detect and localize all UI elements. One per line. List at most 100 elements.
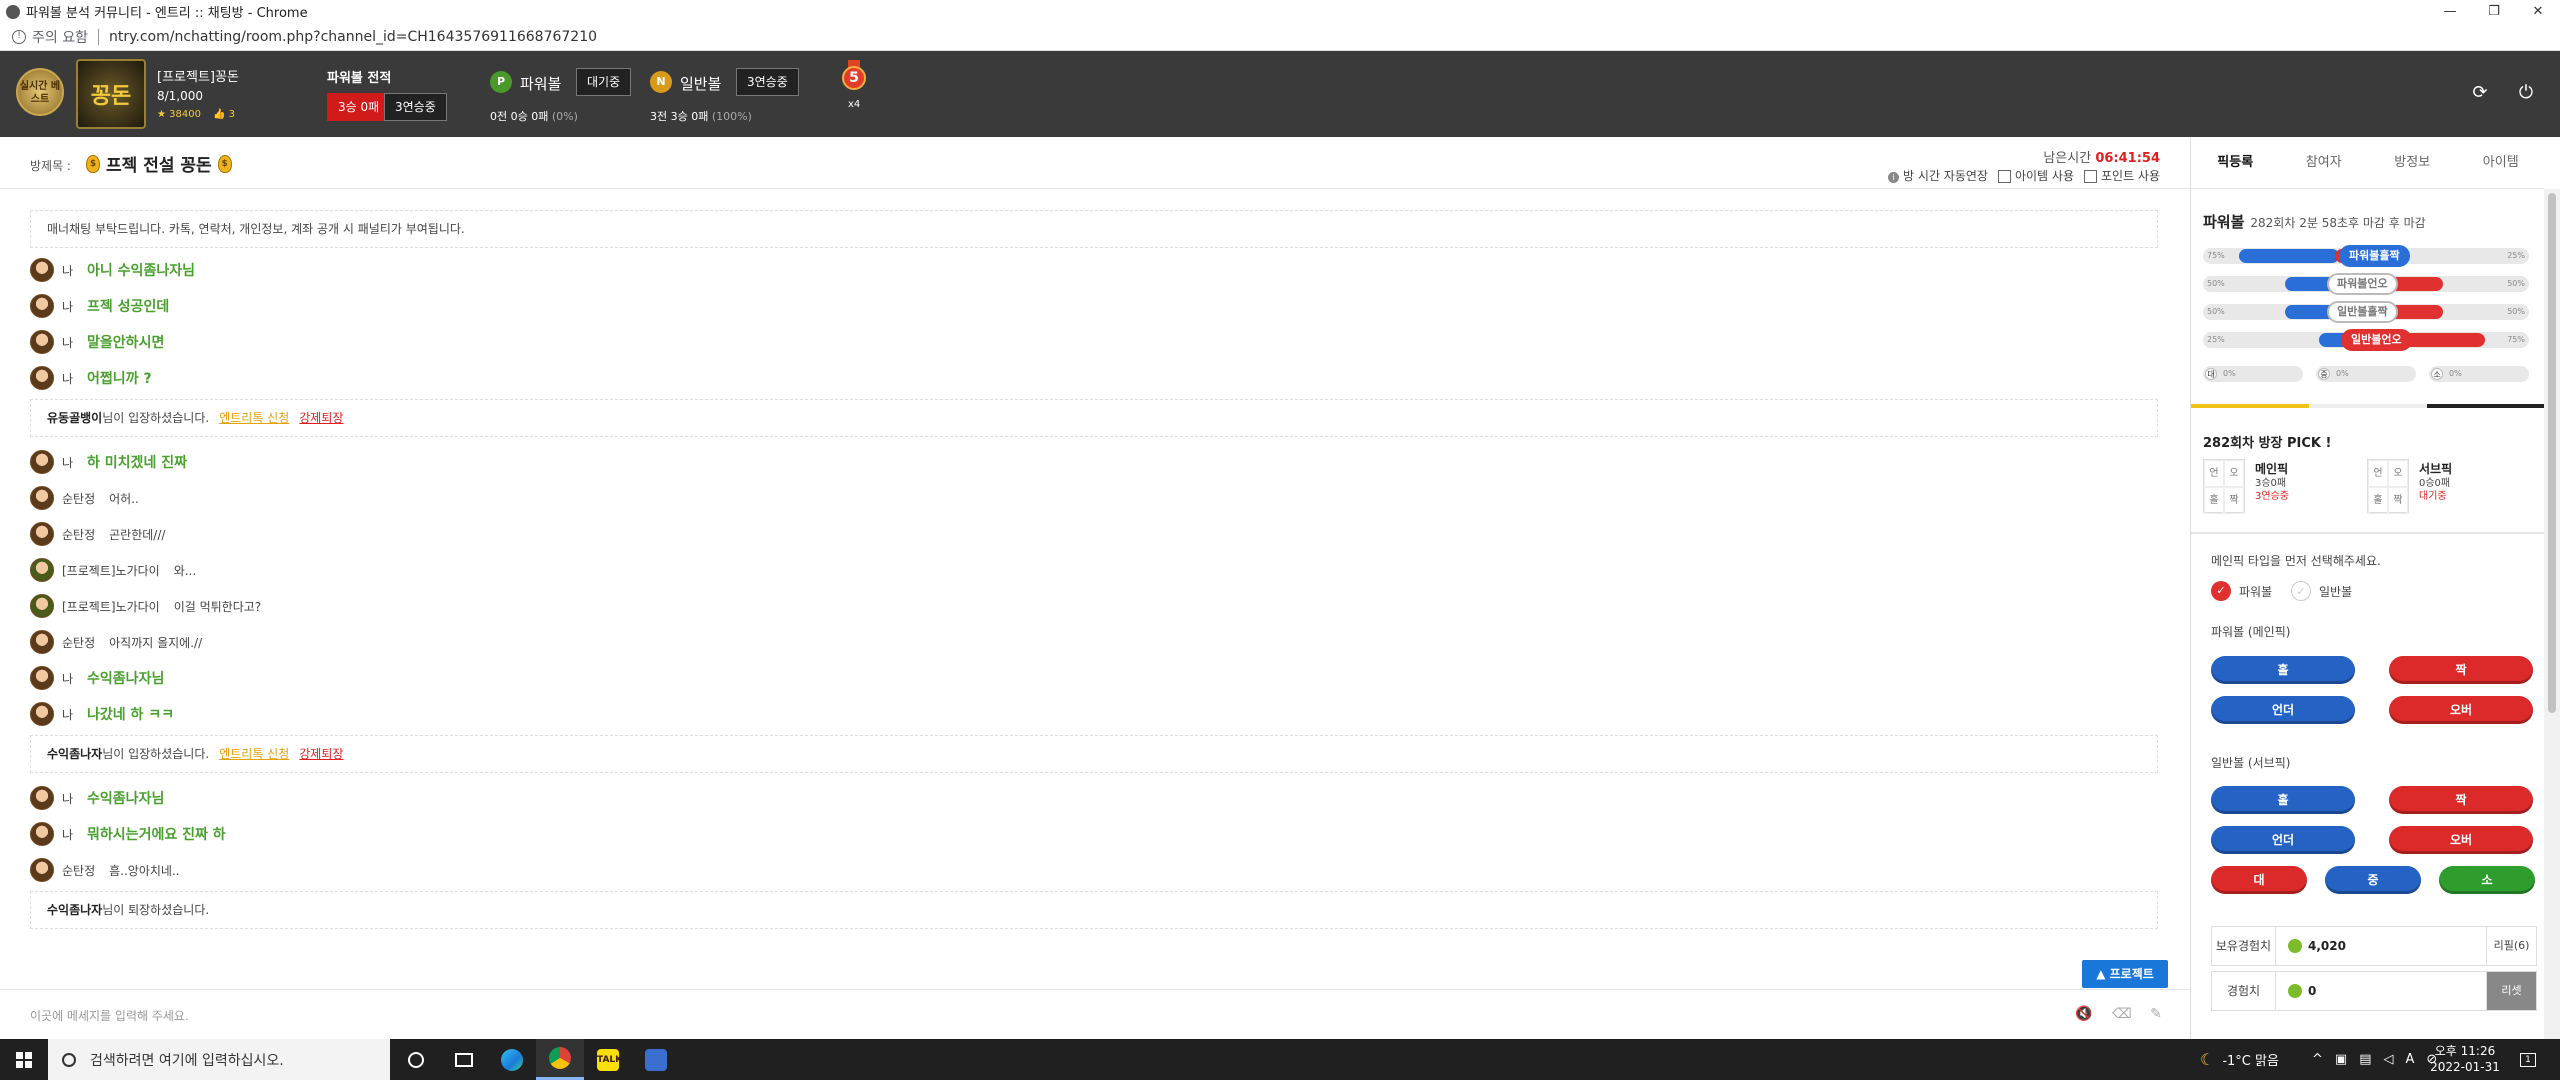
powerball-status: 대기중 — [576, 68, 632, 96]
point-use-option[interactable]: 포인트 사용 — [2083, 167, 2160, 184]
refill-button[interactable]: 리필(6) — [2486, 927, 2536, 965]
medium-button[interactable]: 중 — [2325, 866, 2421, 894]
size-pct: 0% — [2223, 369, 2236, 378]
auto-extend-option[interactable]: i방 시간 자동연장 — [1888, 167, 1988, 184]
normalball-over-button[interactable]: 오버 — [2389, 826, 2533, 854]
windows-taskbar: 검색하려면 여기에 입력하십시오. TALK ☾ -1°C 맑음 ^ ▣ ▤ ◁ … — [0, 1039, 2560, 1080]
cortana-icon — [408, 1051, 424, 1068]
entry-talk-link[interactable]: 엔트리톡 신청 — [219, 747, 289, 761]
pen-icon[interactable]: ✎ — [2146, 1004, 2166, 1024]
kick-link[interactable]: 강제퇴장 — [299, 747, 343, 761]
user-avatar — [30, 258, 54, 282]
url-text[interactable]: ntry.com/nchatting/room.php?channel_id=C… — [109, 29, 597, 45]
user-avatar — [30, 786, 54, 810]
powerball-round-title: 파워볼 282회차 2분 58초후 마감 후 마감 — [2203, 211, 2426, 232]
tray-app-icon[interactable]: ▣ — [2335, 1052, 2347, 1067]
normalball-even-button[interactable]: 짝 — [2389, 786, 2533, 814]
network-icon[interactable]: ▤ — [2359, 1052, 2371, 1067]
weather-widget[interactable]: ☾ -1°C 맑음 — [2200, 1039, 2279, 1080]
normalball-under-button[interactable]: 언더 — [2211, 826, 2355, 854]
message-text: 프젝 성공인데 — [87, 299, 170, 315]
item-use-checkbox[interactable] — [1997, 170, 2011, 183]
main-pick-record: 3승0패 — [2255, 478, 2287, 489]
user-avatar — [30, 858, 54, 882]
warning-icon: ! — [12, 29, 26, 44]
taskbar-search[interactable]: 검색하려면 여기에 입력하십시오. — [48, 1039, 390, 1080]
taskbar-kakaotalk[interactable]: TALK — [584, 1039, 632, 1080]
project-button[interactable]: ▲ 프로젝트 — [2082, 960, 2168, 988]
notification-center[interactable]: 1 — [2520, 1039, 2536, 1080]
entry-talk-link[interactable]: 엔트리톡 신청 — [219, 411, 289, 425]
message-text: 뭐하시는거에요 진짜 하 — [87, 827, 226, 843]
system-tray: ^ ▣ ▤ ◁ A ⊘ — [2312, 1039, 2437, 1080]
cortana-button[interactable] — [392, 1039, 440, 1080]
power-icon[interactable]: ⏻ — [2514, 81, 2538, 105]
chat-input[interactable]: 이곳에 메세지를 입력해 주세요. — [30, 1007, 189, 1024]
tray-chevron-icon[interactable]: ^ — [2312, 1052, 2323, 1067]
powerball-over-button[interactable]: 오버 — [2389, 696, 2533, 724]
powerball-under-button[interactable]: 언더 — [2211, 696, 2355, 724]
coin-icon — [2288, 939, 2302, 953]
eraser-icon[interactable]: ⌫ — [2112, 1004, 2132, 1024]
warning-label: 주의 요함 — [32, 29, 88, 46]
check-icon: ✓ — [2211, 581, 2231, 601]
small-button[interactable]: 소 — [2439, 866, 2535, 894]
tab-pick-register[interactable]: 픽등록 — [2191, 137, 2280, 188]
chat-message: 나 수익좀나자님 — [30, 785, 164, 811]
chat-message: [프로젝트]노가다이 와... — [30, 557, 196, 583]
address-bar[interactable]: ! 주의 요함 ntry.com/nchatting/room.php?chann… — [0, 23, 2560, 51]
pick-over: 오 — [2224, 460, 2244, 487]
chat-area[interactable]: 매너채팅 부탁드립니다. 카톡, 연락처, 개인정보, 계좌 공개 시 패널티가… — [0, 189, 2190, 989]
taskbar-calculator[interactable] — [632, 1039, 680, 1080]
task-view-button[interactable] — [440, 1039, 488, 1080]
ratio-bar: 50% 파워볼언오 50% — [2203, 273, 2529, 295]
tab-room-info[interactable]: 방정보 — [2368, 137, 2457, 188]
exp-value[interactable]: 0 — [2308, 984, 2486, 998]
ratio-label: 파워볼홀짝 — [2339, 245, 2410, 267]
large-button[interactable]: 대 — [2211, 866, 2307, 894]
sub-pick-record: 0승0패 — [2419, 478, 2451, 489]
scrollbar-thumb[interactable] — [2548, 193, 2556, 713]
powerball-label: 파워볼 — [520, 75, 562, 93]
system-user: 유동골뱅이 — [47, 411, 103, 425]
tab-items[interactable]: 아이템 — [2457, 137, 2545, 188]
minimize-button[interactable]: — — [2428, 0, 2472, 23]
message-text: 어쩝니까 ? — [87, 371, 152, 387]
volume-icon[interactable]: ◁ — [2384, 1052, 2394, 1067]
close-button[interactable]: ✕ — [2516, 0, 2560, 23]
point-use-checkbox[interactable] — [2083, 170, 2097, 183]
powerball-even-button[interactable]: 짝 — [2389, 656, 2533, 684]
profile-header: 실시간 베스트 꽁돈 [프로젝트]꽁돈 8/1,000 ★ 38400 👍 3 파… — [0, 51, 2560, 137]
taskbar-chrome[interactable] — [536, 1039, 584, 1080]
sub-pick-title: 서브픽 — [2419, 462, 2453, 476]
window-title: 파워볼 분석 커뮤니티 - 엔트리 :: 채팅방 - Chrome — [26, 6, 308, 21]
normalball-odd-button[interactable]: 홀 — [2211, 786, 2355, 814]
pick-over: 오 — [2388, 460, 2408, 487]
maximize-button[interactable]: ❐ — [2472, 0, 2516, 23]
message-text: 나갔네 하 ㅋㅋ — [87, 707, 175, 723]
reset-button[interactable]: 리셋 — [2486, 972, 2536, 1010]
start-button[interactable] — [0, 1039, 48, 1080]
powerball-icon: P — [490, 71, 512, 93]
refresh-icon[interactable]: ⟳ — [2468, 81, 2492, 105]
radio-powerball[interactable]: ✓ 파워볼 — [2211, 581, 2272, 601]
kick-link[interactable]: 강제퇴장 — [299, 411, 343, 425]
tab-participants[interactable]: 참여자 — [2280, 137, 2369, 188]
system-user: 수익좀나자 — [47, 747, 103, 761]
record-streak-badge: 3연승중 — [384, 93, 447, 121]
ratio-label: 일반볼언오 — [2341, 329, 2412, 351]
item-use-option[interactable]: 아이템 사용 — [1997, 167, 2074, 184]
taskbar-edge[interactable] — [488, 1039, 536, 1080]
pick-even: 짝 — [2388, 487, 2408, 514]
radio-normalball[interactable]: ✓ 일반볼 — [2291, 581, 2352, 601]
taskbar-clock[interactable]: 오후 11:26 2022-01-31 — [2430, 1043, 2500, 1075]
powerball-odd-button[interactable]: 홀 — [2211, 656, 2355, 684]
message-nick: 순탄정 — [62, 527, 96, 542]
sidebar-scrollbar[interactable] — [2544, 189, 2560, 1039]
message-nick: 나 — [62, 335, 74, 350]
task-view-icon — [455, 1052, 473, 1067]
security-warning[interactable]: ! 주의 요함 — [12, 27, 88, 47]
language-indicator[interactable]: A — [2406, 1052, 2415, 1067]
user-avatar — [30, 522, 54, 546]
mute-icon[interactable]: 🔇 — [2074, 1004, 2094, 1024]
